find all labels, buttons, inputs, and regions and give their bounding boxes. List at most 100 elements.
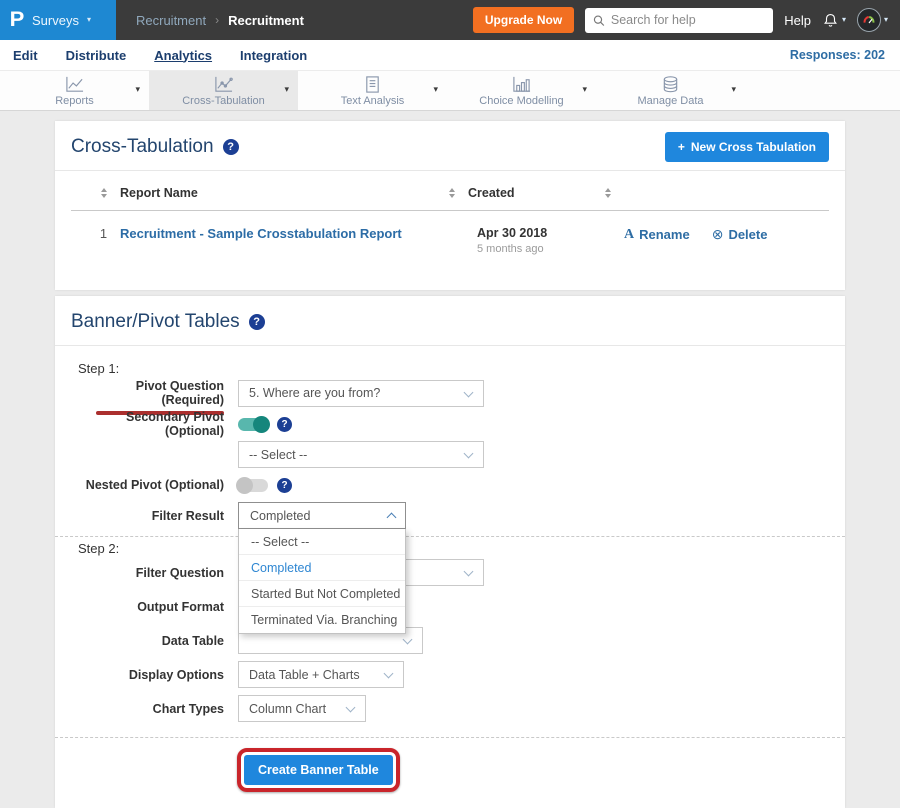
notifications-menu[interactable]: ▾: [822, 12, 846, 29]
chevron-down-icon: [464, 387, 474, 397]
survey-nav: Edit Distribute Analytics Integration Re…: [0, 40, 900, 70]
chart-types-select[interactable]: Column Chart: [238, 695, 366, 722]
line-chart-icon: [64, 75, 85, 94]
chevron-up-icon: [387, 513, 397, 523]
help-icon[interactable]: ?: [277, 478, 292, 493]
nested-pivot-toggle[interactable]: [238, 479, 268, 492]
create-button-row: Create Banner Table: [71, 742, 829, 808]
nested-pivot-row: Nested Pivot (Optional) ?: [71, 475, 829, 495]
filter-result-row: Filter Result Completed -- Select -- Com…: [71, 502, 829, 529]
breadcrumb-parent[interactable]: Recruitment: [136, 13, 206, 28]
sort-icon[interactable]: [99, 188, 108, 198]
section-title: Banner/Pivot Tables: [71, 311, 240, 333]
chevron-down-icon[interactable]: ▾: [284, 84, 289, 95]
search-input[interactable]: [611, 13, 765, 27]
help-icon[interactable]: ?: [223, 139, 239, 155]
tab-cross-tabulation[interactable]: Cross-Tabulation ▾: [149, 71, 298, 110]
output-format-label: Output Format: [71, 600, 238, 614]
data-table-row: Data Table: [71, 627, 829, 654]
column-report-name[interactable]: Report Name: [120, 186, 447, 200]
chevron-down-icon[interactable]: ▾: [731, 84, 736, 95]
display-options-select[interactable]: Data Table + Charts: [238, 661, 404, 688]
filter-result-combobox: Completed -- Select -- Completed Started…: [238, 502, 406, 529]
dropdown-option-select[interactable]: -- Select --: [239, 529, 405, 555]
chart-types-row: Chart Types Column Chart: [71, 695, 829, 722]
pivot-question-select[interactable]: 5. Where are you from?: [238, 380, 484, 407]
main-content: Cross-Tabulation ? + New Cross Tabulatio…: [55, 121, 845, 808]
surveys-menu[interactable]: P Surveys ▾: [0, 0, 116, 40]
dashed-divider: [55, 536, 845, 537]
chevron-down-icon: [464, 449, 474, 459]
tab-choice-modelling[interactable]: Choice Modelling ▾: [447, 71, 596, 110]
chevron-down-icon: [464, 567, 474, 577]
questionpro-logo: P: [10, 8, 25, 32]
display-options-row: Display Options Data Table + Charts: [71, 661, 829, 688]
chevron-down-icon: ▾: [87, 16, 91, 24]
gauge-icon: [862, 13, 876, 27]
step1-label: Step 1:: [78, 361, 829, 376]
secondary-pivot-toggle[interactable]: [238, 418, 268, 431]
output-format-row: Output Format: [71, 593, 829, 620]
tab-reports[interactable]: Reports ▾: [0, 71, 149, 110]
banner-pivot-header: Banner/Pivot Tables ?: [55, 296, 845, 346]
report-name-cell: Recruitment - Sample Crosstabulation Rep…: [120, 226, 465, 241]
dropdown-option-started-not-completed[interactable]: Started But Not Completed: [239, 581, 405, 607]
report-link[interactable]: Recruitment - Sample Crosstabulation Rep…: [120, 226, 402, 241]
toggle-knob: [236, 477, 253, 494]
display-options-label: Display Options: [71, 668, 238, 682]
secondary-pivot-row: Secondary Pivot (Optional) ?: [71, 414, 829, 434]
filter-result-select[interactable]: Completed: [238, 502, 406, 529]
red-ring-annotation: Create Banner Table: [237, 748, 400, 792]
new-cross-tabulation-button[interactable]: + New Cross Tabulation: [665, 132, 829, 162]
surveys-menu-label: Surveys: [32, 13, 79, 28]
account-menu[interactable]: ▾: [857, 8, 888, 32]
chevron-down-icon: [384, 669, 394, 679]
nav-item-distribute[interactable]: Distribute: [66, 48, 127, 63]
nav-item-integration[interactable]: Integration: [240, 48, 307, 63]
table-header-row: Report Name Created: [71, 173, 829, 211]
filter-result-label: Filter Result: [71, 509, 238, 523]
delete-button[interactable]: ⊗ Delete: [712, 226, 768, 243]
nav-item-edit[interactable]: Edit: [13, 48, 38, 63]
chevron-down-icon[interactable]: ▾: [582, 84, 587, 95]
crosstab-table: Report Name Created 1 Recruitment - Samp…: [55, 171, 845, 290]
row-index: 1: [99, 226, 108, 241]
delete-icon: ⊗: [712, 226, 724, 243]
help-link[interactable]: Help: [784, 13, 811, 28]
column-created[interactable]: Created: [468, 186, 603, 200]
toggle-knob: [253, 416, 270, 433]
help-search[interactable]: [585, 8, 773, 33]
chevron-down-icon[interactable]: ▾: [433, 84, 438, 95]
tab-text-analysis[interactable]: Text Analysis ▾: [298, 71, 447, 110]
breadcrumb-separator-icon: ›: [215, 13, 219, 27]
secondary-pivot-select[interactable]: -- Select --: [238, 441, 484, 468]
topbar-right: Upgrade Now Help ▾ ▾: [473, 7, 900, 33]
chart-types-label: Chart Types: [71, 702, 238, 716]
breadcrumb-current: Recruitment: [228, 13, 304, 28]
dropdown-option-completed[interactable]: Completed: [239, 555, 405, 581]
help-icon[interactable]: ?: [277, 417, 292, 432]
tab-manage-data[interactable]: Manage Data ▾: [596, 71, 745, 110]
row-actions: A Rename ⊗ Delete: [624, 226, 829, 243]
data-table-label: Data Table: [71, 634, 238, 648]
nested-pivot-label: Nested Pivot (Optional): [71, 478, 238, 492]
help-icon[interactable]: ?: [249, 314, 265, 330]
dashed-divider: [55, 737, 845, 738]
chevron-down-icon[interactable]: ▾: [135, 84, 140, 95]
nav-item-analytics[interactable]: Analytics: [154, 48, 212, 63]
rename-button[interactable]: A Rename: [624, 226, 690, 243]
create-banner-table-button[interactable]: Create Banner Table: [244, 755, 393, 785]
chevron-down-icon: [346, 703, 356, 713]
sort-icon[interactable]: [447, 188, 456, 198]
dropdown-option-terminated[interactable]: Terminated Via. Branching: [239, 607, 405, 633]
trend-chart-icon: [213, 75, 234, 94]
secondary-pivot-select-row: -- Select --: [71, 441, 829, 468]
cross-tabulation-card: Cross-Tabulation ? + New Cross Tabulatio…: [55, 121, 845, 290]
filter-question-label: Filter Question: [71, 566, 238, 580]
upgrade-now-button[interactable]: Upgrade Now: [473, 7, 574, 33]
responses-count: Responses: 202: [790, 48, 887, 62]
table-row: 1 Recruitment - Sample Crosstabulation R…: [71, 211, 829, 270]
step2-label: Step 2:: [78, 541, 829, 556]
sort-icon[interactable]: [603, 188, 612, 198]
pivot-question-label: Pivot Question (Required): [71, 379, 238, 407]
